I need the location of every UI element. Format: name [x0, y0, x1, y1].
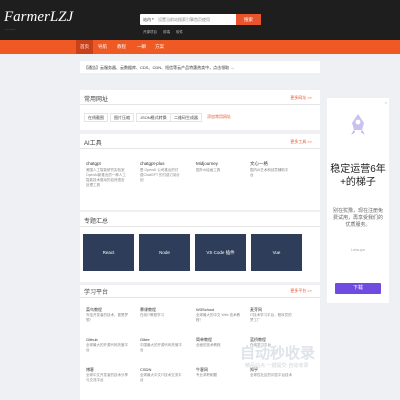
- site-link[interactable]: 在线截图: [84, 113, 108, 122]
- ad-banner[interactable]: × 稳定运营6年+的梯子 别在犹豫，现在注册免费试用，再享受我们的优质服务。 L…: [327, 98, 389, 303]
- site-link[interactable]: JSON格式转换: [136, 113, 171, 122]
- learn-item-name[interactable]: CSDN: [140, 367, 151, 372]
- divider: [80, 297, 320, 298]
- site-header: FarmerLZJ ········· 站内 ▾ 设置当前站搜索引擎首页使用 搜…: [0, 0, 400, 40]
- ai-tool-name[interactable]: Midjourney: [196, 161, 218, 166]
- nav-item-guide[interactable]: 导航: [98, 40, 107, 54]
- search-scope-select[interactable]: 站内: [143, 17, 151, 23]
- watermark-sub: 精品站点·一键提交·自动收录: [245, 363, 309, 369]
- section-title: 学习平台: [84, 290, 109, 296]
- learn-item-desc: 全面的技术教程: [196, 343, 221, 347]
- search-link[interactable]: 软件: [176, 30, 183, 34]
- nav-item-moment[interactable]: 一瞬: [137, 40, 146, 54]
- learn-item-desc: 写给开发者的技术，更是梦想！: [86, 313, 128, 322]
- learn-item-desc: 在线IT教程学习: [140, 313, 165, 317]
- divider: [80, 104, 320, 105]
- chevron-down-icon: ▾: [152, 17, 154, 21]
- more-link[interactable]: 更多网址 >>: [290, 95, 312, 101]
- topic-tile-react[interactable]: React: [83, 234, 134, 271]
- search-input[interactable]: 设置当前站搜索引擎首页使用: [158, 17, 238, 23]
- learn-item-name[interactable]: Gitee: [140, 337, 150, 342]
- ai-tool-name[interactable]: 文心一格: [250, 161, 268, 167]
- learn-item-desc: 中国最大的开源代码托管平台: [140, 343, 182, 352]
- ai-tool-desc: 美国人工智能研究实验室OpenAI新推出的一种人工智能技术驱动的自然语言处理工具: [86, 168, 126, 187]
- logo-tagline: ·········: [5, 28, 16, 32]
- search-link[interactable]: 开源项目: [143, 30, 157, 34]
- close-icon[interactable]: ×: [385, 100, 387, 105]
- topic-tile-node[interactable]: Node: [139, 234, 190, 271]
- learn-item-desc: 全球最大的中文 Web 技术教程！: [196, 313, 241, 322]
- section-title: 常用网址: [84, 97, 109, 103]
- add-site-link[interactable]: 添加常用网址: [204, 113, 234, 122]
- nav-item-solution[interactable]: 方案: [155, 40, 164, 54]
- nav-item-tutorial[interactable]: 教程: [117, 40, 126, 54]
- topic-tile-vue[interactable]: Vue: [251, 234, 302, 271]
- notice-text[interactable]: 【通告】云服务器、云数据库、CDS、CDN、短信等云产品特惠热卖中，点击领取 →: [84, 65, 234, 71]
- learn-item-desc: 全球最大的开源代码托管平台: [86, 343, 128, 352]
- search-link[interactable]: 前端: [163, 30, 170, 34]
- main-nav: 首页 导航 教程 一瞬 方案: [0, 40, 400, 54]
- divider: [80, 226, 320, 227]
- learn-item-desc: 全球中文开发者的技术分享与交流平台: [86, 373, 128, 382]
- ad-rocket-icon: [351, 114, 365, 135]
- ai-tool-desc: 国外AI绘画工具: [196, 168, 221, 172]
- site-logo[interactable]: FarmerLZJ: [4, 10, 73, 25]
- ad-description: 别在犹豫，现在注册免费试用，再享受我们的优质服务。: [333, 208, 384, 228]
- ad-download-button[interactable]: 下载: [335, 283, 381, 294]
- common-sites-panel: 常用网址 更多网址 >> 在线截图 图片压缩 JSON格式转换 二维码生成器 添…: [80, 90, 320, 130]
- section-title: 专题汇总: [84, 219, 109, 225]
- ai-tool-name[interactable]: chatgpt: [86, 161, 101, 166]
- site-link[interactable]: 二维码生成器: [170, 113, 202, 122]
- site-link[interactable]: 图片压缩: [110, 113, 134, 122]
- notice-bar[interactable]: 【通告】云服务器、云数据库、CDS、CDN、短信等云产品特惠热卖中，点击领取 →: [80, 61, 320, 73]
- ai-tool-desc: 国内AI艺术和创意辅助平台: [250, 168, 289, 177]
- search-hot-links: 开源项目 前端 软件: [143, 30, 188, 35]
- learn-item-name[interactable]: Github: [86, 337, 98, 342]
- topics-panel: 专题汇总 React Node VS Code 插件 Vue: [80, 212, 320, 282]
- learn-item-desc: 全球最大中文IT技术交流平台: [140, 373, 182, 382]
- ai-tool-name[interactable]: chatgpt-plus: [140, 161, 165, 166]
- watermark-main: 自动秒收录: [240, 345, 316, 362]
- learn-item-desc: IT技术学习平台，程序员的梦工厂: [250, 313, 292, 322]
- search-button[interactable]: 搜索: [236, 14, 261, 25]
- topic-tile-vscode[interactable]: VS Code 插件: [195, 234, 246, 271]
- ad-title: 稳定运营6年+的梯子: [330, 164, 386, 188]
- more-link[interactable]: 更多工具 >>: [290, 139, 312, 145]
- section-title: AI工具: [84, 141, 102, 147]
- more-link[interactable]: 更多平台 >>: [290, 288, 312, 294]
- divider: [80, 148, 320, 149]
- learn-item-name[interactable]: W3School: [196, 307, 214, 312]
- learn-item-desc: 全球性社区的问答平台技术: [250, 373, 292, 377]
- nav-item-home[interactable]: 首页: [76, 40, 93, 54]
- ad-brand: Letsupn: [350, 247, 366, 252]
- ai-tool-desc: 是 OpenAI 公司推出的付费ChatGPT 的付费订阅计划: [140, 168, 180, 182]
- learn-item-desc: 专业求职刷题: [196, 373, 217, 377]
- ai-tools-panel: AI工具 更多工具 >> chatgpt 美国人工智能研究实验室OpenAI新推…: [80, 134, 320, 210]
